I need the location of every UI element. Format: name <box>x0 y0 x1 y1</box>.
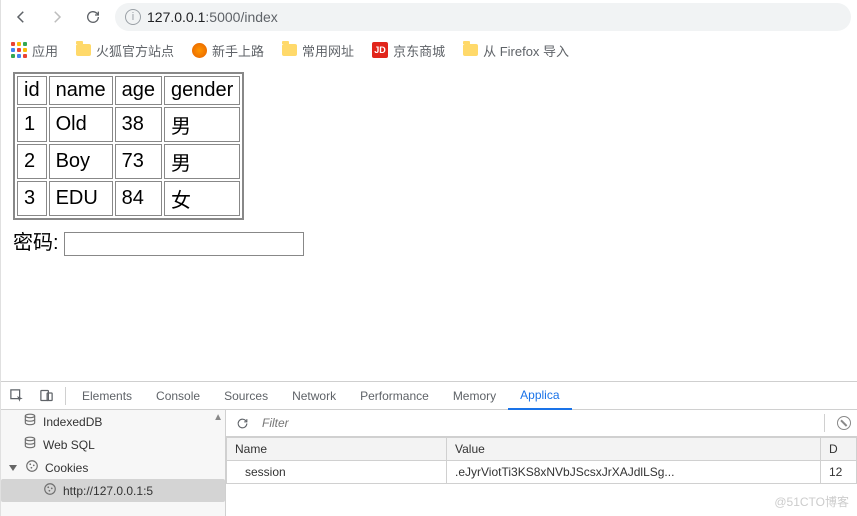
bookmark-item[interactable]: 从 Firefox 导入 <box>463 41 569 60</box>
tab-elements[interactable]: Elements <box>70 382 144 410</box>
tab-console[interactable]: Console <box>144 382 212 410</box>
bookmark-item[interactable]: 新手上路 <box>192 41 264 60</box>
refresh-button[interactable] <box>232 409 252 437</box>
cookie-icon <box>43 482 57 499</box>
tab-application[interactable]: Applica <box>508 382 571 410</box>
sidebar-label: Cookies <box>45 461 88 475</box>
back-button[interactable] <box>7 3 35 31</box>
bookmarks-bar: 应用 火狐官方站点 新手上路 常用网址 JD 京东商城 从 Firefox 导入 <box>1 34 857 66</box>
bookmark-item[interactable]: 火狐官方站点 <box>76 41 174 60</box>
cookie-name: session <box>227 461 447 484</box>
col-value[interactable]: Value <box>447 438 821 461</box>
cookie-icon <box>25 459 39 476</box>
table-row: 3 EDU 84 女 <box>17 181 240 216</box>
devtools-toolbar <box>226 410 857 437</box>
data-table: id name age gender 1 Old 38 男 2 Boy 73 男… <box>13 72 244 220</box>
scroll-up-icon[interactable]: ▲ <box>213 412 223 423</box>
bookmark-label: 常用网址 <box>302 41 354 60</box>
folder-icon <box>76 44 91 56</box>
cookies-header-row: Name Value D <box>227 438 857 461</box>
tab-performance[interactable]: Performance <box>348 382 441 410</box>
bookmark-item[interactable]: JD 京东商城 <box>372 41 445 60</box>
col-gender: gender <box>164 76 240 105</box>
sidebar-indexeddb[interactable]: IndexedDB <box>1 410 225 433</box>
sidebar-label: Web SQL <box>43 438 95 452</box>
devtools-main: Name Value D session .eJyrViotTi3KS8xNVb… <box>226 410 857 516</box>
browser-nav-row: i 127.0.0.1:5000/index <box>1 0 857 34</box>
password-label: 密码: <box>13 232 59 254</box>
bookmark-label: 京东商城 <box>393 41 445 60</box>
site-info-icon[interactable]: i <box>125 9 141 25</box>
sidebar-label: http://127.0.0.1:5 <box>63 484 153 498</box>
filter-input[interactable] <box>260 415 812 431</box>
bookmark-item[interactable]: 常用网址 <box>282 41 354 60</box>
table-header-row: id name age gender <box>17 76 240 105</box>
database-icon <box>23 436 37 453</box>
devtools-panel: Elements Console Sources Network Perform… <box>1 381 857 516</box>
forward-button[interactable] <box>43 3 71 31</box>
tab-network[interactable]: Network <box>280 382 348 410</box>
database-icon <box>23 413 37 430</box>
password-row: 密码: <box>13 226 845 256</box>
devtools-body: ▲ IndexedDB Web SQL Cookies <box>1 410 857 516</box>
tab-memory[interactable]: Memory <box>441 382 508 410</box>
table-row: 2 Boy 73 男 <box>17 144 240 179</box>
apps-label: 应用 <box>32 41 58 60</box>
apps-icon <box>11 42 27 58</box>
url-text: 127.0.0.1:5000/index <box>147 9 278 25</box>
reload-button[interactable] <box>79 3 107 31</box>
jd-icon: JD <box>372 42 388 58</box>
col-name: name <box>49 76 113 105</box>
firefox-icon <box>192 43 207 58</box>
password-input[interactable] <box>64 232 304 256</box>
cookie-d: 12 <box>821 461 857 484</box>
sidebar-label: IndexedDB <box>43 415 102 429</box>
cookie-row[interactable]: session .eJyrViotTi3KS8xNVbJScsxJrXAJdlL… <box>227 461 857 484</box>
col-d[interactable]: D <box>821 438 857 461</box>
folder-icon <box>282 44 297 56</box>
col-id: id <box>17 76 47 105</box>
page-content: id name age gender 1 Old 38 男 2 Boy 73 男… <box>1 66 857 262</box>
inspect-element-icon[interactable] <box>1 382 31 410</box>
bookmark-label: 从 Firefox 导入 <box>483 41 569 60</box>
bookmark-label: 新手上路 <box>212 41 264 60</box>
col-name[interactable]: Name <box>227 438 447 461</box>
address-bar[interactable]: i 127.0.0.1:5000/index <box>115 3 851 31</box>
tab-sources[interactable]: Sources <box>212 382 280 410</box>
sidebar-cookie-host[interactable]: http://127.0.0.1:5 <box>1 479 225 502</box>
sidebar-websql[interactable]: Web SQL <box>1 433 225 456</box>
table-row: 1 Old 38 男 <box>17 107 240 142</box>
sidebar-cookies[interactable]: Cookies <box>1 456 225 479</box>
clear-icon[interactable] <box>837 416 851 430</box>
bookmark-label: 火狐官方站点 <box>96 41 174 60</box>
col-age: age <box>115 76 162 105</box>
expand-icon <box>9 465 17 471</box>
device-toggle-icon[interactable] <box>31 382 61 410</box>
devtools-tabs: Elements Console Sources Network Perform… <box>1 382 857 410</box>
apps-button[interactable]: 应用 <box>11 41 58 60</box>
cookies-table: Name Value D session .eJyrViotTi3KS8xNVb… <box>226 437 857 484</box>
devtools-sidebar: ▲ IndexedDB Web SQL Cookies <box>1 410 226 516</box>
folder-icon <box>463 44 478 56</box>
cookie-value: .eJyrViotTi3KS8xNVbJScsxJrXAJdlLSg... <box>447 461 821 484</box>
